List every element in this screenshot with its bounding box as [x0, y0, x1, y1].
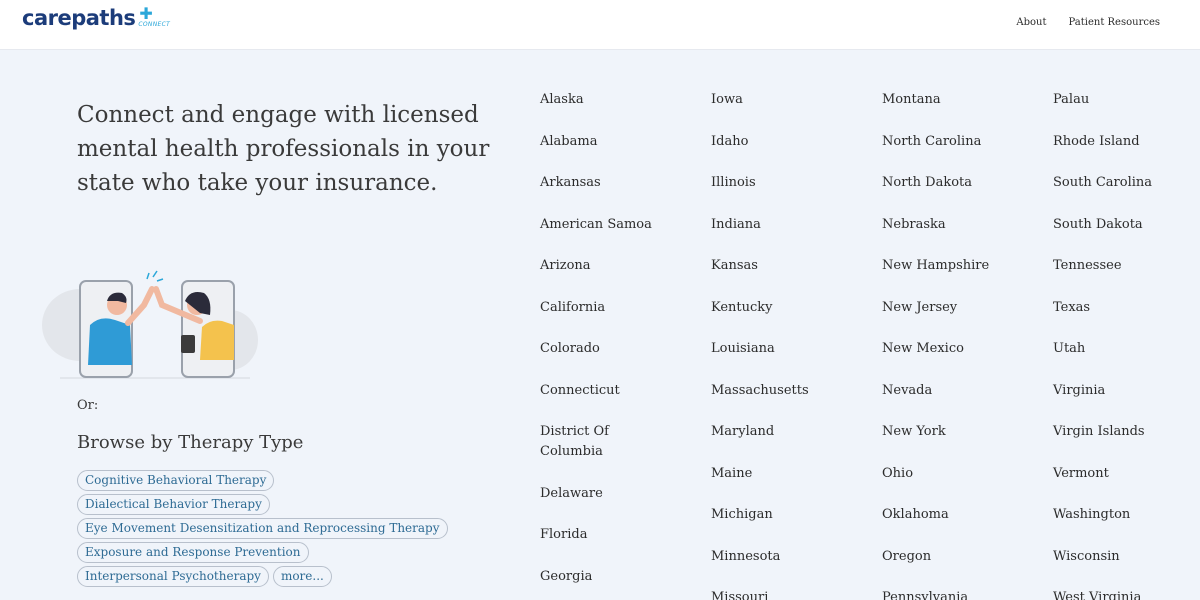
therapy-type-chips: Cognitive Behavioral Therapy Dialectical…: [77, 470, 477, 590]
state-link-north-dakota[interactable]: North Dakota: [882, 173, 972, 193]
state-link-oregon[interactable]: Oregon: [882, 547, 931, 567]
state-link-idaho[interactable]: Idaho: [711, 132, 748, 152]
state-link-american-samoa[interactable]: American Samoa: [540, 215, 652, 235]
state-link-nebraska[interactable]: Nebraska: [882, 215, 946, 235]
state-link-virgin-islands[interactable]: Virgin Islands: [1053, 422, 1145, 442]
state-link-delaware[interactable]: Delaware: [540, 484, 603, 504]
state-link-west-virginia[interactable]: West Virginia: [1053, 588, 1141, 600]
state-link-illinois[interactable]: Illinois: [711, 173, 756, 193]
state-link-minnesota[interactable]: Minnesota: [711, 547, 780, 567]
or-label: Or:: [77, 398, 99, 413]
state-link-pennsylvania[interactable]: Pennsylvania: [882, 588, 968, 600]
state-link-maine[interactable]: Maine: [711, 464, 752, 484]
state-link-virginia[interactable]: Virginia: [1053, 381, 1105, 401]
state-link-south-carolina[interactable]: South Carolina: [1053, 173, 1152, 193]
logo-subtitle: CONNECT: [138, 21, 171, 28]
state-link-tennessee[interactable]: Tennessee: [1053, 256, 1122, 276]
state-link-wisconsin[interactable]: Wisconsin: [1053, 547, 1120, 567]
state-link-iowa[interactable]: Iowa: [711, 90, 743, 110]
state-link-louisiana[interactable]: Louisiana: [711, 339, 775, 359]
state-link-kansas[interactable]: Kansas: [711, 256, 758, 276]
nav-link-patient-resources[interactable]: Patient Resources: [1069, 17, 1160, 28]
state-link-new-mexico[interactable]: New Mexico: [882, 339, 964, 359]
state-link-kentucky[interactable]: Kentucky: [711, 298, 773, 318]
state-link-washington[interactable]: Washington: [1053, 505, 1130, 525]
state-link-vermont[interactable]: Vermont: [1053, 464, 1109, 484]
browse-therapy-title: Browse by Therapy Type: [77, 432, 304, 453]
state-link-new-hampshire[interactable]: New Hampshire: [882, 256, 989, 276]
state-link-missouri[interactable]: Missouri: [711, 588, 768, 600]
top-bar: carepaths ✚ CONNECT About Patient Resour…: [0, 0, 1200, 50]
state-link-maryland[interactable]: Maryland: [711, 422, 774, 442]
chip-emdr-therapy[interactable]: Eye Movement Desensitization and Reproce…: [77, 518, 448, 539]
video-call-illustration: [42, 270, 258, 379]
state-link-south-dakota[interactable]: South Dakota: [1053, 215, 1143, 235]
state-link-utah[interactable]: Utah: [1053, 339, 1085, 359]
state-link-colorado[interactable]: Colorado: [540, 339, 600, 359]
state-link-ohio[interactable]: Ohio: [882, 464, 913, 484]
logo-wordmark: carepaths: [22, 6, 136, 30]
state-link-new-york[interactable]: New York: [882, 422, 946, 442]
state-link-massachusetts[interactable]: Massachusetts: [711, 381, 809, 401]
hero-headline: Connect and engage with licensed mental …: [77, 102, 490, 196]
state-link-arizona[interactable]: Arizona: [540, 256, 591, 276]
state-link-alabama[interactable]: Alabama: [540, 132, 597, 152]
state-link-north-carolina[interactable]: North Carolina: [882, 132, 981, 152]
chip-interpersonal-psychotherapy[interactable]: Interpersonal Psychotherapy: [77, 566, 269, 587]
chip-more-button[interactable]: more...: [272, 566, 332, 587]
state-link-alaska[interactable]: Alaska: [540, 90, 584, 110]
state-link-rhode-island[interactable]: Rhode Island: [1053, 132, 1140, 152]
state-link-nevada[interactable]: Nevada: [882, 381, 932, 401]
state-link-texas[interactable]: Texas: [1053, 298, 1090, 318]
state-link-connecticut[interactable]: Connecticut: [540, 381, 620, 401]
state-link-montana[interactable]: Montana: [882, 90, 941, 110]
chip-dialectical-behavior-therapy[interactable]: Dialectical Behavior Therapy: [77, 494, 270, 515]
state-link-district-of-columbia[interactable]: District Of Columbia: [540, 422, 630, 462]
nav-link-about[interactable]: About: [1016, 17, 1046, 28]
state-link-new-jersey[interactable]: New Jersey: [882, 298, 957, 318]
chip-cognitive-behavioral-therapy[interactable]: Cognitive Behavioral Therapy: [77, 470, 275, 491]
hero-section: Connect and engage with licensed mental …: [77, 98, 497, 200]
state-link-oklahoma[interactable]: Oklahoma: [882, 505, 949, 525]
state-link-georgia[interactable]: Georgia: [540, 567, 592, 587]
state-link-palau[interactable]: Palau: [1053, 90, 1089, 110]
state-link-michigan[interactable]: Michigan: [711, 505, 773, 525]
state-link-florida[interactable]: Florida: [540, 525, 587, 545]
chip-exposure-response-prevention[interactable]: Exposure and Response Prevention: [77, 542, 309, 563]
carepaths-logo[interactable]: carepaths ✚ CONNECT: [22, 6, 176, 32]
logo-plus-icon: ✚ CONNECT: [138, 4, 171, 29]
main-nav: About Patient Resources: [1016, 17, 1160, 28]
state-link-arkansas[interactable]: Arkansas: [540, 173, 601, 193]
state-link-california[interactable]: California: [540, 298, 605, 318]
state-link-indiana[interactable]: Indiana: [711, 215, 761, 235]
